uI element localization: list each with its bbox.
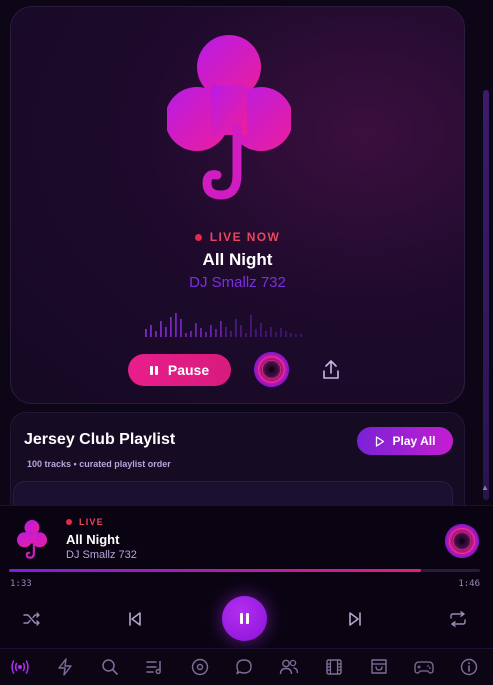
gamepad-icon[interactable] — [413, 656, 435, 678]
playlist-subtitle: 100 tracks • curated playlist order — [27, 459, 171, 469]
visualizer-bar — [220, 321, 222, 337]
visualizer-bar — [240, 325, 242, 337]
visualizer-bar — [215, 329, 217, 337]
visualizer-bar — [300, 334, 302, 337]
visualizer-bar — [245, 333, 247, 337]
bolt-icon[interactable] — [54, 656, 76, 678]
visualizer-bar — [225, 327, 227, 337]
scroll-up-arrow-icon[interactable]: ▲ — [481, 484, 489, 492]
visualizer-bar — [260, 323, 262, 337]
info-icon[interactable] — [458, 656, 480, 678]
pause-button[interactable]: Pause — [128, 354, 231, 386]
progress-fill — [9, 569, 422, 572]
visualizer-bar — [205, 332, 207, 337]
visualizer-bar — [290, 333, 292, 337]
visualizer-bar — [170, 317, 172, 337]
visualizer-bar — [155, 331, 157, 337]
visualizer-bar — [275, 332, 277, 337]
audio-visualizer — [145, 313, 302, 337]
pause-button-label: Pause — [167, 362, 210, 378]
big-pause-icon — [240, 613, 249, 624]
visualizer-bar — [160, 321, 162, 337]
visualizer-bar — [230, 331, 232, 337]
visualizer-bar — [185, 333, 187, 337]
visualizer-bar — [235, 319, 237, 337]
shop-icon[interactable] — [368, 656, 390, 678]
visualizer-bar — [265, 331, 267, 337]
radio-icon[interactable] — [9, 656, 31, 678]
visualizer-bar — [180, 319, 182, 337]
shuffle-icon[interactable] — [20, 607, 44, 631]
visualizer-bar — [165, 327, 167, 337]
visualizer-bar — [270, 327, 272, 337]
scrollbar-thumb[interactable] — [483, 90, 489, 500]
share-icon[interactable] — [320, 358, 342, 382]
visualizer-bar — [280, 328, 282, 337]
app-window: ▲ LIVE NOW All Night DJ Smallz 732 Pause… — [0, 0, 493, 685]
film-icon[interactable] — [323, 656, 345, 678]
visualizer-bar — [200, 328, 202, 337]
users-icon[interactable] — [278, 656, 300, 678]
visualizer-bar — [295, 334, 297, 337]
next-icon[interactable] — [343, 607, 367, 631]
track-artist[interactable]: DJ Smallz 732 — [11, 274, 464, 291]
repeat-icon[interactable] — [446, 607, 470, 631]
total-time: 1:46 — [458, 579, 480, 589]
visualizer-bar — [285, 331, 287, 337]
track-title: All Night — [202, 250, 273, 269]
club-logo-art — [167, 35, 291, 200]
now-playing-card: LIVE NOW All Night DJ Smallz 732 Pause — [10, 6, 465, 404]
mini-club-logo-art — [16, 520, 48, 559]
mini-live-label: LIVE — [79, 517, 104, 527]
visualizer-bar — [195, 323, 197, 337]
progress-bar[interactable] — [9, 569, 480, 572]
visualizer-bar — [175, 313, 177, 337]
disc-icon[interactable] — [189, 656, 211, 678]
previous-icon[interactable] — [123, 607, 147, 631]
pause-icon — [149, 365, 158, 375]
live-now-indicator: LIVE NOW — [11, 230, 464, 244]
current-time: 1:33 — [10, 579, 32, 589]
playlist-icon[interactable] — [144, 656, 166, 678]
mini-track-artist[interactable]: DJ Smallz 732 — [66, 549, 137, 561]
play-all-label: Play All — [392, 434, 436, 448]
visualizer-bar — [250, 315, 252, 337]
play-all-button[interactable]: Play All — [357, 427, 453, 455]
mini-track-title: All Night — [66, 532, 120, 547]
mini-live-indicator: LIVE — [66, 517, 104, 527]
play-pause-button[interactable] — [222, 596, 267, 641]
vinyl-icon[interactable] — [253, 351, 290, 388]
play-icon — [375, 435, 384, 447]
chat-icon[interactable] — [233, 656, 255, 678]
visualizer-bar — [255, 329, 257, 337]
visualizer-bar — [150, 325, 152, 337]
mini-live-dot-icon — [66, 519, 72, 525]
search-icon[interactable] — [99, 656, 121, 678]
bottom-nav — [0, 648, 493, 685]
visualizer-bar — [145, 329, 147, 337]
visualizer-bar — [210, 325, 212, 337]
playlist-title: Jersey Club Playlist — [24, 431, 176, 448]
mini-vinyl-icon[interactable] — [444, 523, 480, 559]
visualizer-bar — [190, 331, 192, 337]
live-dot-icon — [194, 233, 202, 241]
live-now-label: LIVE NOW — [209, 230, 281, 244]
